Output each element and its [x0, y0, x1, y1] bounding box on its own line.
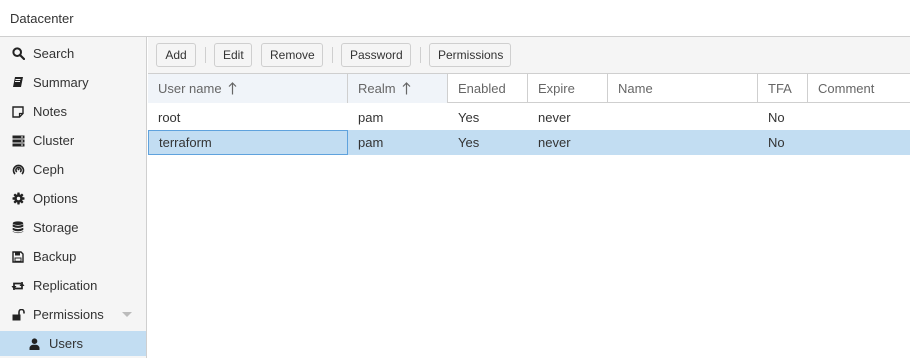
sidebar-item-notes[interactable]: Notes	[0, 99, 146, 124]
cell-expire: never	[538, 135, 571, 150]
column-header-label: Expire	[538, 81, 575, 96]
user-icon	[27, 337, 41, 351]
sidebar-item-label: Backup	[33, 249, 77, 264]
column-header-tfa[interactable]: TFA	[758, 74, 808, 103]
sidebar-item-storage[interactable]: Storage	[0, 215, 146, 240]
column-header-label: Name	[618, 81, 653, 96]
add-button[interactable]: Add	[156, 43, 196, 67]
toolbar: Add Edit Remove Password Permissions	[148, 37, 910, 73]
cell-comment	[808, 105, 910, 130]
password-button[interactable]: Password	[341, 43, 411, 67]
sidebar-item-replication[interactable]: Replication	[0, 273, 146, 298]
unlock-icon	[11, 308, 25, 322]
column-header-label: Enabled	[458, 81, 506, 96]
sidebar-item-label: Summary	[33, 75, 89, 90]
database-icon	[11, 221, 25, 235]
retweet-icon	[11, 279, 25, 293]
grid-header: User name Realm Enabled Expire Name TFA …	[148, 73, 910, 103]
search-icon	[11, 47, 25, 61]
sidebar-item-label: Cluster	[33, 133, 75, 148]
sidebar-nav: Search Summary Notes Cluster Ceph Option…	[0, 37, 147, 358]
sort-ascending-icon	[402, 82, 411, 95]
permissions-button[interactable]: Permissions	[429, 43, 511, 67]
cell-comment	[808, 130, 910, 155]
sidebar-item-permissions[interactable]: Permissions	[0, 302, 146, 327]
sidebar-item-label: Search	[33, 46, 75, 61]
sidebar-item-label: Notes	[33, 104, 67, 119]
toolbar-separator	[205, 47, 206, 63]
page-title: Datacenter	[10, 11, 74, 26]
users-grid: User name Realm Enabled Expire Name TFA …	[148, 73, 910, 358]
column-header-username[interactable]: User name	[148, 74, 348, 103]
edit-button[interactable]: Edit	[214, 43, 252, 67]
column-header-label: TFA	[768, 81, 792, 96]
ceph-icon	[11, 163, 25, 177]
sidebar-item-users[interactable]: Users	[0, 331, 146, 356]
cell-enabled: Yes	[458, 135, 480, 150]
column-header-enabled[interactable]: Enabled	[448, 74, 528, 103]
gear-icon	[11, 192, 25, 206]
cell-enabled: Yes	[458, 110, 480, 125]
cell-username: terraform	[148, 130, 348, 155]
cell-tfa: No	[768, 135, 785, 150]
sidebar-item-label: Permissions	[33, 307, 104, 322]
toolbar-separator	[332, 47, 333, 63]
cell-realm: pam	[358, 110, 384, 125]
cell-realm: pam	[358, 135, 384, 150]
panel-header: Datacenter	[0, 0, 910, 37]
cell-tfa: No	[768, 110, 785, 125]
cell-name	[608, 105, 758, 130]
cell-username: root	[158, 110, 181, 125]
sidebar-item-label: Ceph	[33, 162, 65, 177]
collapse-caret-icon[interactable]	[122, 312, 132, 317]
column-header-label: Comment	[818, 81, 875, 96]
table-row[interactable]: root pam Yes never No	[148, 105, 910, 130]
sidebar-item-label: Replication	[33, 278, 98, 293]
table-row-selected[interactable]: terraform pam Yes never No	[148, 130, 910, 155]
column-header-label: User name	[158, 81, 222, 96]
sidebar-item-search[interactable]: Search	[0, 41, 146, 66]
sidebar-item-ceph[interactable]: Ceph	[0, 157, 146, 182]
column-header-comment[interactable]: Comment	[808, 74, 910, 103]
sidebar-item-label: Options	[33, 191, 78, 206]
sidebar-item-label: Storage	[33, 220, 79, 235]
toolbar-separator	[420, 47, 421, 63]
sort-ascending-icon	[228, 82, 237, 95]
book-icon	[11, 76, 25, 90]
remove-button[interactable]: Remove	[261, 43, 323, 67]
column-header-name[interactable]: Name	[608, 74, 758, 103]
column-header-realm[interactable]: Realm	[348, 74, 448, 103]
sidebar-item-backup[interactable]: Backup	[0, 244, 146, 269]
floppy-icon	[11, 250, 25, 264]
column-header-label: Realm	[358, 81, 396, 96]
sticky-note-icon	[11, 105, 25, 119]
sidebar-item-cluster[interactable]: Cluster	[0, 128, 146, 153]
cell-name	[608, 130, 758, 155]
server-icon	[11, 134, 25, 148]
sidebar-item-options[interactable]: Options	[0, 186, 146, 211]
column-header-expire[interactable]: Expire	[528, 74, 608, 103]
sidebar-item-summary[interactable]: Summary	[0, 70, 146, 95]
cell-expire: never	[538, 110, 571, 125]
sidebar-item-label: Users	[49, 336, 83, 351]
